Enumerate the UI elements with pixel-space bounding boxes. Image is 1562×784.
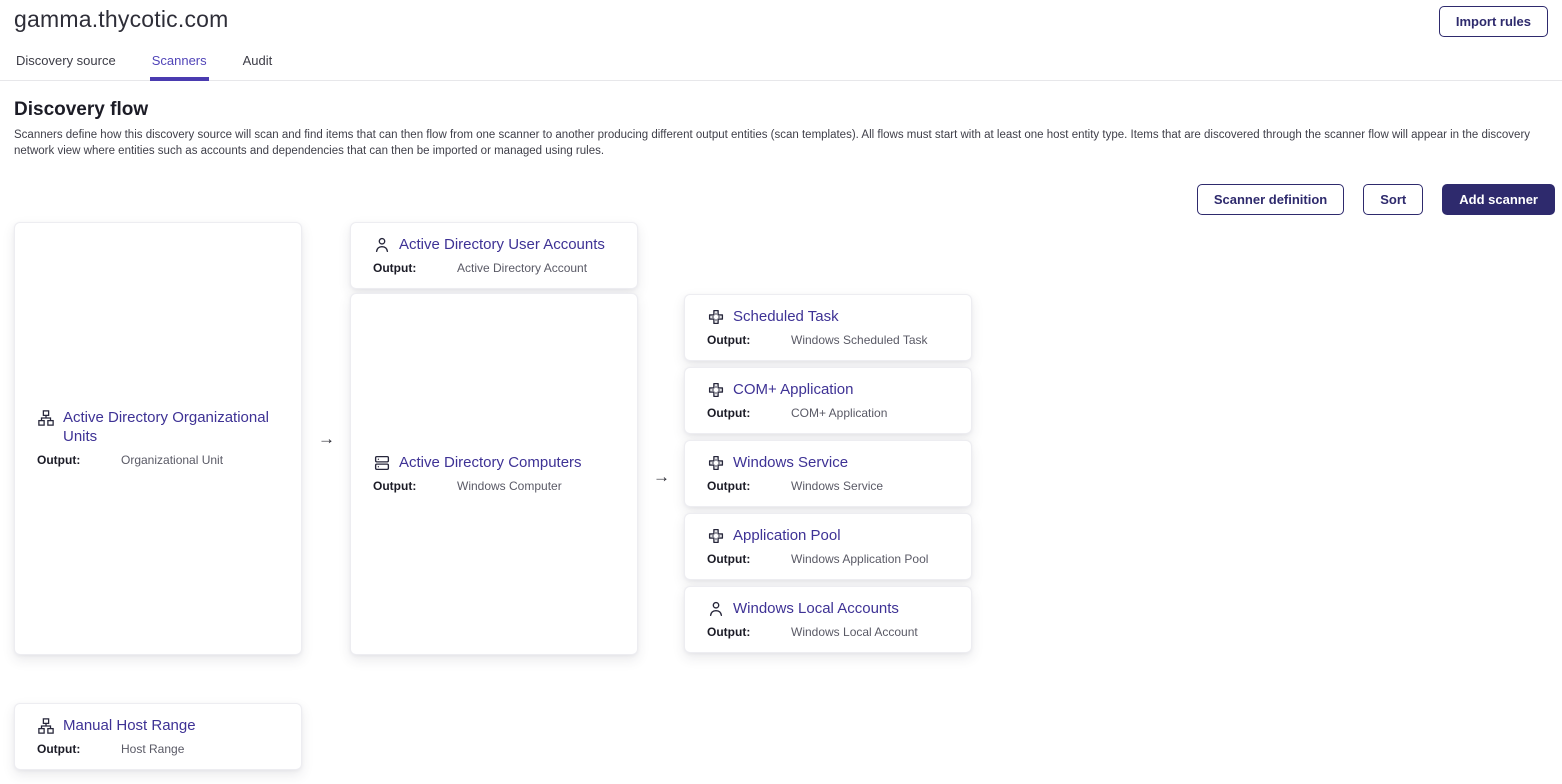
person-icon <box>373 236 391 254</box>
scanner-card-ad-computers[interactable]: Active Directory Computers Output: Windo… <box>350 293 638 655</box>
scanner-card-application-pool[interactable]: Application Pool Output: Windows Applica… <box>684 513 972 580</box>
output-value: Host Range <box>121 742 184 758</box>
output-label: Output: <box>37 453 121 469</box>
output-value: COM+ Application <box>791 406 887 422</box>
scanner-link[interactable]: Windows Service <box>733 453 848 472</box>
top-bar: gamma.thycotic.com Import rules <box>0 0 1562 37</box>
tab-audit[interactable]: Audit <box>241 47 275 81</box>
scanner-card-manual-host-range[interactable]: Manual Host Range Output: Host Range <box>14 703 302 770</box>
scanner-card-scheduled-task[interactable]: Scheduled Task Output: Windows Scheduled… <box>684 294 972 361</box>
toolbar: Scanner definition Sort Add scanner <box>0 160 1562 215</box>
scanner-card-com-application[interactable]: COM+ Application Output: COM+ Applicatio… <box>684 367 972 434</box>
tab-discovery-source[interactable]: Discovery source <box>14 47 118 81</box>
output-label: Output: <box>373 479 457 495</box>
flow-arrow-icon: → <box>318 429 335 449</box>
scanner-card-ad-org-units[interactable]: Active Directory Organizational Units Ou… <box>14 222 302 655</box>
scanner-link[interactable]: Active Directory User Accounts <box>399 235 605 254</box>
scanner-card-windows-local-accounts[interactable]: Windows Local Accounts Output: Windows L… <box>684 586 972 653</box>
output-value: Windows Application Pool <box>791 552 928 568</box>
output-label: Output: <box>707 479 791 495</box>
output-label: Output: <box>707 333 791 349</box>
output-value: Active Directory Account <box>457 261 587 277</box>
scanner-link[interactable]: Windows Local Accounts <box>733 599 899 618</box>
scanner-link[interactable]: Active Directory Computers <box>399 453 582 472</box>
output-value: Windows Scheduled Task <box>791 333 928 349</box>
output-value: Windows Local Account <box>791 625 918 641</box>
scanner-link[interactable]: Application Pool <box>733 526 841 545</box>
section-description: Scanners define how this discovery sourc… <box>14 128 1548 160</box>
page-title: gamma.thycotic.com <box>14 6 229 33</box>
scanner-card-windows-service[interactable]: Windows Service Output: Windows Service <box>684 440 972 507</box>
dependency-icon <box>707 308 725 326</box>
output-value: Windows Computer <box>457 479 562 495</box>
section-heading: Discovery flow <box>14 99 1548 121</box>
dependency-icon <box>707 527 725 545</box>
output-label: Output: <box>707 552 791 568</box>
output-label: Output: <box>707 406 791 422</box>
dependency-icon <box>707 454 725 472</box>
tab-bar: Discovery source Scanners Audit <box>0 47 1562 81</box>
page-head: Discovery flow Scanners define how this … <box>0 81 1562 160</box>
import-rules-button[interactable]: Import rules <box>1439 6 1548 37</box>
person-icon <box>707 600 725 618</box>
scanner-link[interactable]: Active Directory Organizational Units <box>63 408 283 446</box>
sitemap-icon <box>37 717 55 735</box>
server-icon <box>373 454 391 472</box>
tab-scanners[interactable]: Scanners <box>150 47 209 81</box>
sitemap-icon <box>37 409 55 427</box>
scanner-card-ad-user-accounts[interactable]: Active Directory User Accounts Output: A… <box>350 222 638 289</box>
output-label: Output: <box>37 742 121 758</box>
output-value: Windows Service <box>791 479 883 495</box>
output-label: Output: <box>373 261 457 277</box>
output-label: Output: <box>707 625 791 641</box>
dependency-icon <box>707 381 725 399</box>
scanner-link[interactable]: COM+ Application <box>733 380 853 399</box>
flow-arrow-icon: → <box>653 467 670 487</box>
output-value: Organizational Unit <box>121 453 223 469</box>
scanner-link[interactable]: Manual Host Range <box>63 716 196 735</box>
discovery-flow-canvas: Active Directory Organizational Units Ou… <box>0 210 1562 784</box>
scanner-link[interactable]: Scheduled Task <box>733 307 839 326</box>
